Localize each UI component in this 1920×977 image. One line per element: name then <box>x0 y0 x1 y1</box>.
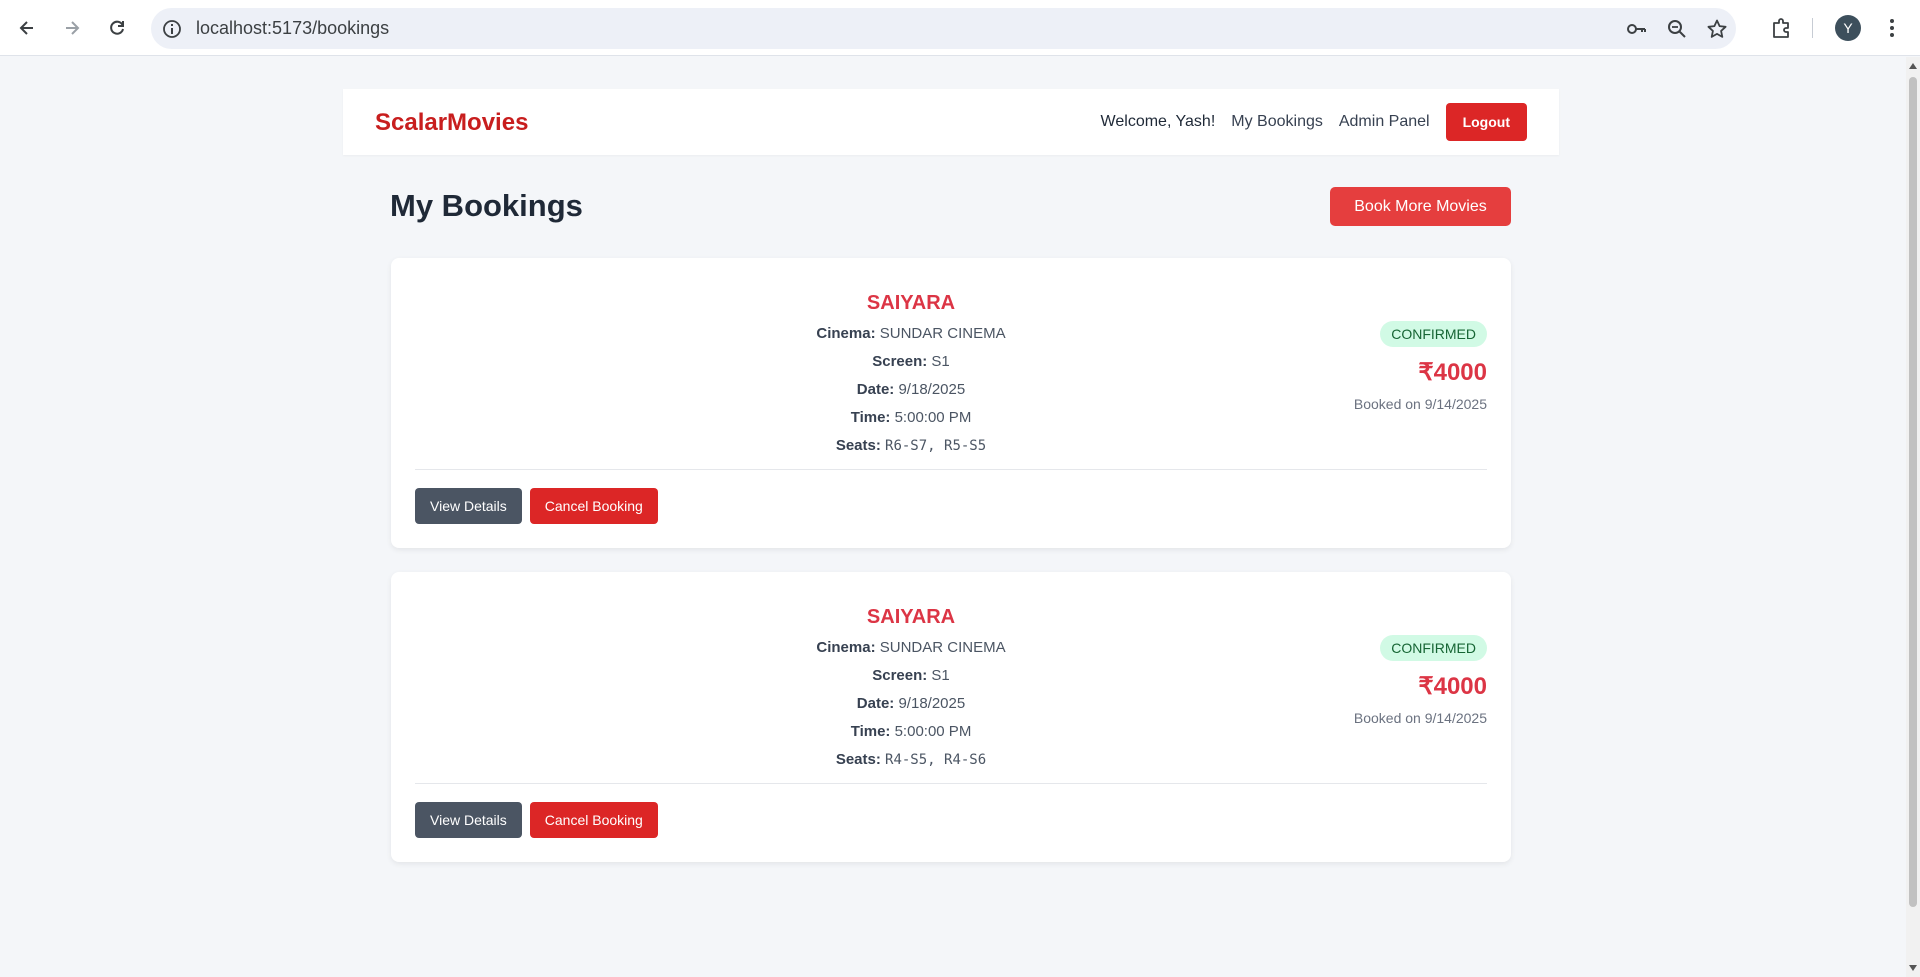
header-nav: Welcome, Yash! My Bookings Admin Panel L… <box>1101 103 1527 141</box>
extensions-button[interactable] <box>1765 12 1797 44</box>
page-scrollbar[interactable] <box>1906 57 1920 977</box>
cinema-value: SUNDAR CINEMA <box>879 639 1006 656</box>
cinema-value: SUNDAR CINEMA <box>879 325 1006 342</box>
seats-label: Seats: <box>835 437 881 454</box>
key-icon[interactable] <box>1625 18 1647 40</box>
browser-toolbar: localhost:5173/bookings Y <box>0 0 1920 56</box>
date-value: 9/18/2025 <box>898 381 966 398</box>
booking-price: ₹4000 <box>1418 673 1487 700</box>
screen-row: Screen: S1 <box>391 662 1431 690</box>
status-badge: CONFIRMED <box>1380 321 1487 347</box>
date-label: Date: <box>856 381 895 398</box>
brand-logo[interactable]: ScalarMovies <box>375 109 528 137</box>
forward-arrow-icon <box>66 21 80 35</box>
booked-on-date: Booked on 9/14/2025 <box>1353 396 1487 412</box>
time-label: Time: <box>850 723 891 740</box>
booked-on-date: Booked on 9/14/2025 <box>1353 710 1487 726</box>
back-arrow-icon <box>19 21 33 35</box>
screen-label: Screen: <box>872 353 928 370</box>
logout-button[interactable]: Logout <box>1445 103 1527 141</box>
date-row: Date: 9/18/2025 <box>391 376 1431 404</box>
view-details-button[interactable]: View Details <box>415 802 522 838</box>
screen-value: S1 <box>931 667 950 684</box>
card-actions: View Details Cancel Booking <box>415 488 658 524</box>
back-button[interactable] <box>11 12 43 44</box>
reload-icon <box>110 20 124 35</box>
url-text: localhost:5173/bookings <box>196 18 390 38</box>
date-label: Date: <box>856 695 895 712</box>
seats-label: Seats: <box>835 751 881 768</box>
seats-row: Seats: R6-S7, R5-S5 <box>391 432 1431 460</box>
status-badge: CONFIRMED <box>1380 635 1487 661</box>
booking-price: ₹4000 <box>1418 359 1487 386</box>
movie-title: SAIYARA <box>866 292 956 314</box>
date-row: Date: 9/18/2025 <box>391 690 1431 718</box>
time-label: Time: <box>850 409 891 426</box>
address-bar[interactable]: localhost:5173/bookings <box>151 8 1736 49</box>
time-value: 5:00:00 PM <box>894 409 972 426</box>
seats-value: R4-S5, R4-S6 <box>885 752 987 768</box>
seats-row: Seats: R4-S5, R4-S6 <box>391 746 1431 774</box>
card-divider <box>415 469 1487 470</box>
card-divider <box>415 783 1487 784</box>
screen-label: Screen: <box>872 667 928 684</box>
screen-value: S1 <box>931 353 950 370</box>
profile-avatar[interactable]: Y <box>1835 15 1861 41</box>
reload-button[interactable] <box>101 12 133 44</box>
site-info-icon[interactable] <box>161 18 183 40</box>
scroll-up-arrow-icon[interactable] <box>1909 63 1917 69</box>
app-header: ScalarMovies Welcome, Yash! My Bookings … <box>343 89 1559 155</box>
book-more-movies-button[interactable]: Book More Movies <box>1330 187 1511 226</box>
date-value: 9/18/2025 <box>898 695 966 712</box>
nav-admin-panel[interactable]: Admin Panel <box>1339 113 1430 131</box>
booking-details: Cinema: SUNDAR CINEMA Screen: S1 Date: 9… <box>391 634 1431 774</box>
screen-row: Screen: S1 <box>391 348 1431 376</box>
toolbar-divider <box>1812 18 1813 38</box>
movie-title: SAIYARA <box>866 606 956 628</box>
cancel-booking-button[interactable]: Cancel Booking <box>529 488 658 524</box>
menu-button[interactable] <box>1876 12 1908 44</box>
booking-details: Cinema: SUNDAR CINEMA Screen: S1 Date: 9… <box>391 320 1431 460</box>
scroll-down-arrow-icon[interactable] <box>1909 965 1917 971</box>
scroll-thumb[interactable] <box>1909 77 1917 907</box>
booking-card: SAIYARA Cinema: SUNDAR CINEMA Screen: S1… <box>391 572 1511 862</box>
cinema-label: Cinema: <box>816 639 876 656</box>
seats-value: R6-S7, R5-S5 <box>885 438 987 454</box>
time-row: Time: 5:00:00 PM <box>391 404 1431 432</box>
cancel-booking-button[interactable]: Cancel Booking <box>529 802 658 838</box>
booking-card: SAIYARA Cinema: SUNDAR CINEMA Screen: S1… <box>391 258 1511 548</box>
view-details-button[interactable]: View Details <box>415 488 522 524</box>
zoom-icon[interactable] <box>1666 18 1688 40</box>
cinema-label: Cinema: <box>816 325 876 342</box>
card-actions: View Details Cancel Booking <box>415 802 658 838</box>
cinema-row: Cinema: SUNDAR CINEMA <box>391 634 1431 662</box>
extensions-icon <box>1773 18 1789 38</box>
time-row: Time: 5:00:00 PM <box>391 718 1431 746</box>
forward-button[interactable] <box>56 12 88 44</box>
star-icon[interactable] <box>1706 18 1728 40</box>
welcome-text: Welcome, Yash! <box>1100 113 1216 130</box>
time-value: 5:00:00 PM <box>894 723 972 740</box>
nav-my-bookings[interactable]: My Bookings <box>1231 113 1323 131</box>
page-title: My Bookings <box>390 188 583 223</box>
cinema-row: Cinema: SUNDAR CINEMA <box>391 320 1431 348</box>
more-vert-icon <box>1890 19 1894 37</box>
